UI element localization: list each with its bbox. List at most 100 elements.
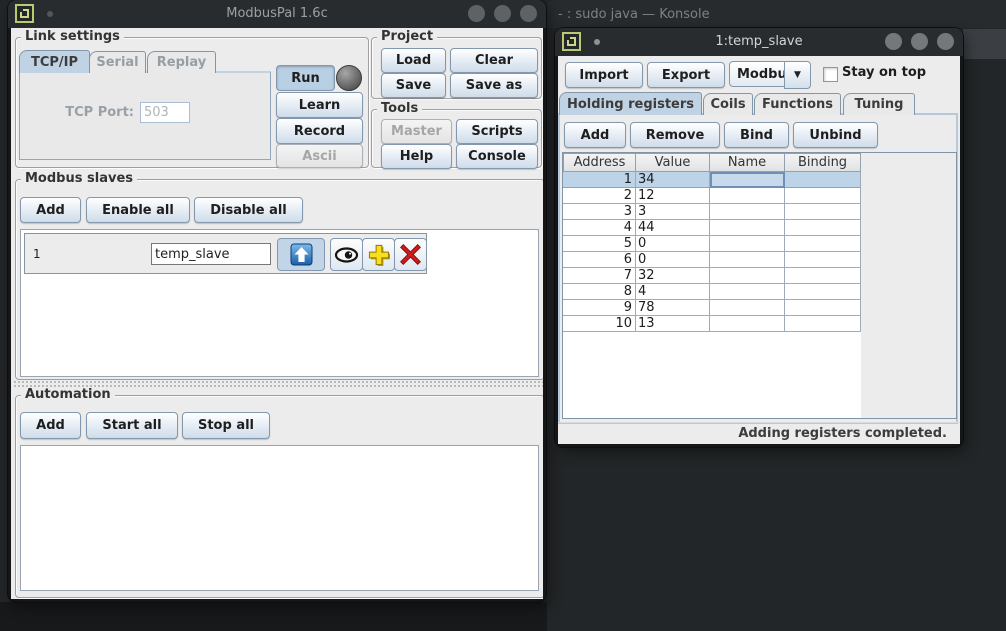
table-row[interactable]: 134 xyxy=(563,172,861,188)
cell-value[interactable]: 4 xyxy=(636,284,710,300)
cell-name[interactable] xyxy=(710,236,785,252)
enable-all-button[interactable]: Enable all xyxy=(86,197,190,223)
save-as-button[interactable]: Save as xyxy=(450,73,538,98)
minimize-button[interactable] xyxy=(885,33,902,50)
minimize-button[interactable] xyxy=(468,5,485,22)
learn-button[interactable]: Learn xyxy=(276,92,363,118)
cell-binding[interactable] xyxy=(785,220,861,236)
master-button[interactable]: Master xyxy=(381,119,452,144)
load-button[interactable]: Load xyxy=(381,48,446,73)
cell-address[interactable]: 9 xyxy=(563,300,636,316)
cell-name[interactable] xyxy=(710,220,785,236)
cell-name[interactable] xyxy=(710,188,785,204)
cell-binding[interactable] xyxy=(785,284,861,300)
export-button[interactable]: Export xyxy=(647,62,725,88)
cell-value[interactable]: 0 xyxy=(636,252,710,268)
cell-name[interactable] xyxy=(710,284,785,300)
tab-tuning[interactable]: Tuning xyxy=(843,93,915,115)
slave-list-item[interactable]: 1 temp_slave xyxy=(24,233,427,274)
cell-value[interactable]: 34 xyxy=(636,172,710,188)
start-all-button[interactable]: Start all xyxy=(86,412,178,439)
tab-functions[interactable]: Functions xyxy=(754,93,841,115)
register-bind-button[interactable]: Bind xyxy=(724,122,789,148)
cell-address[interactable]: 2 xyxy=(563,188,636,204)
cell-address[interactable]: 5 xyxy=(563,236,636,252)
cell-name[interactable] xyxy=(710,252,785,268)
automation-add-button[interactable]: Add xyxy=(20,412,81,439)
cell-binding[interactable] xyxy=(785,236,861,252)
table-row[interactable]: 1013 xyxy=(563,316,861,332)
cell-value[interactable]: 12 xyxy=(636,188,710,204)
maximize-button[interactable] xyxy=(911,33,928,50)
tab-coils[interactable]: Coils xyxy=(703,93,753,115)
cell-name[interactable] xyxy=(710,172,785,188)
cell-value[interactable]: 78 xyxy=(636,300,710,316)
cell-address[interactable]: 1 xyxy=(563,172,636,188)
stop-all-button[interactable]: Stop all xyxy=(182,412,270,439)
register-table-scrollpane[interactable]: Address Value Name Binding 1342123344450… xyxy=(562,152,957,419)
cell-binding[interactable] xyxy=(785,316,861,332)
slave-enabled-toggle[interactable] xyxy=(277,238,325,271)
disable-all-button[interactable]: Disable all xyxy=(194,197,303,223)
cell-binding[interactable] xyxy=(785,300,861,316)
konsole-titlebar[interactable]: - : sudo java — Konsole xyxy=(546,0,1006,28)
temp-slave-titlebar[interactable]: 1:temp_slave xyxy=(555,28,963,56)
table-row[interactable]: 212 xyxy=(563,188,861,204)
import-button[interactable]: Import xyxy=(565,62,643,88)
combobox-arrow-icon[interactable]: ▼ xyxy=(784,61,811,89)
cell-binding[interactable] xyxy=(785,172,861,188)
table-row[interactable]: 33 xyxy=(563,204,861,220)
clear-button[interactable]: Clear xyxy=(450,48,538,73)
table-row[interactable]: 732 xyxy=(563,268,861,284)
cell-name[interactable] xyxy=(710,204,785,220)
record-button[interactable]: Record xyxy=(276,118,363,144)
slave-add-button[interactable]: Add xyxy=(20,197,81,223)
console-button[interactable]: Console xyxy=(456,144,538,169)
cell-binding[interactable] xyxy=(785,268,861,284)
cell-value[interactable]: 44 xyxy=(636,220,710,236)
protocol-combobox[interactable]: Modbus xyxy=(729,61,792,87)
stay-on-top-checkbox[interactable] xyxy=(823,67,838,82)
register-remove-button[interactable]: Remove xyxy=(630,122,720,148)
cell-name[interactable] xyxy=(710,300,785,316)
slave-add-register-button[interactable] xyxy=(362,238,395,271)
slave-view-button[interactable] xyxy=(330,238,363,271)
cell-binding[interactable] xyxy=(785,204,861,220)
cell-address[interactable]: 3 xyxy=(563,204,636,220)
ascii-button[interactable]: Ascii xyxy=(276,144,363,168)
cell-value[interactable]: 3 xyxy=(636,204,710,220)
tab-serial[interactable]: Serial xyxy=(89,51,146,73)
cell-value[interactable]: 32 xyxy=(636,268,710,284)
maximize-button[interactable] xyxy=(494,5,511,22)
close-button[interactable] xyxy=(520,5,537,22)
column-header-binding[interactable]: Binding xyxy=(785,153,861,172)
column-header-value[interactable]: Value xyxy=(636,153,710,172)
table-row[interactable]: 978 xyxy=(563,300,861,316)
save-button[interactable]: Save xyxy=(381,73,446,98)
run-button[interactable]: Run xyxy=(276,65,335,91)
help-button[interactable]: Help xyxy=(381,144,452,169)
cell-address[interactable]: 6 xyxy=(563,252,636,268)
cell-value[interactable]: 13 xyxy=(636,316,710,332)
slave-delete-button[interactable] xyxy=(394,238,427,271)
cell-value[interactable]: 0 xyxy=(636,236,710,252)
column-header-name[interactable]: Name xyxy=(710,153,785,172)
cell-address[interactable]: 7 xyxy=(563,268,636,284)
cell-binding[interactable] xyxy=(785,188,861,204)
cell-binding[interactable] xyxy=(785,252,861,268)
column-header-address[interactable]: Address xyxy=(563,153,636,172)
register-unbind-button[interactable]: Unbind xyxy=(793,122,878,148)
slave-name-field[interactable]: temp_slave xyxy=(151,243,271,265)
cell-address[interactable]: 8 xyxy=(563,284,636,300)
cell-address[interactable]: 10 xyxy=(563,316,636,332)
cell-name[interactable] xyxy=(710,316,785,332)
close-button[interactable] xyxy=(937,33,954,50)
modbuspal-titlebar[interactable]: ModbusPal 1.6c xyxy=(8,0,546,28)
tab-holding-registers[interactable]: Holding registers xyxy=(559,92,702,115)
tcp-port-field[interactable]: 503 xyxy=(140,102,190,123)
tab-tcpip[interactable]: TCP/IP xyxy=(19,50,90,73)
register-add-button[interactable]: Add xyxy=(564,122,626,148)
cell-address[interactable]: 4 xyxy=(563,220,636,236)
tab-replay[interactable]: Replay xyxy=(147,51,216,73)
table-row[interactable]: 50 xyxy=(563,236,861,252)
